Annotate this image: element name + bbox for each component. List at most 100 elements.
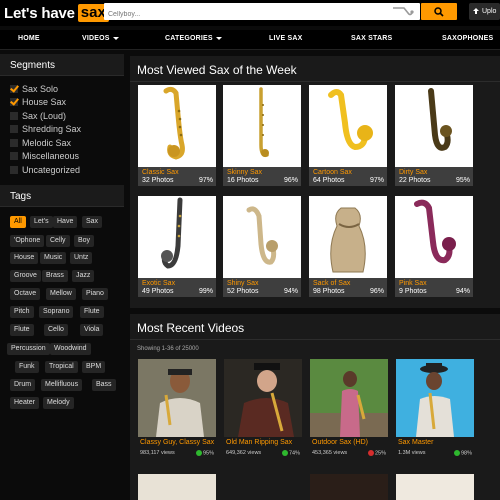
tag[interactable]: Soprano [39,305,74,318]
sax-card[interactable]: Classic Sax 32 Photos 97% [138,85,216,186]
nav-home[interactable]: HOME [18,35,40,42]
sax-card[interactable]: Pink Sax 9 Photos 94% [395,196,473,297]
most-viewed-title: Most Viewed Sax of the Week [130,56,500,82]
video-thumbnail[interactable] [138,359,216,437]
upload-button[interactable]: Uplo [469,3,500,20]
tag[interactable]: Boy [74,234,95,247]
video-views: 453,365 views [312,450,348,456]
video-title[interactable]: Outdoor Sax (HD) [312,439,368,446]
card-title[interactable]: Cartoon Sax [313,169,352,176]
card-rating: 99% [198,288,213,295]
tag[interactable]: Melody [43,396,74,409]
tag[interactable]: Flute [10,323,34,336]
segment-item[interactable]: Melodic Sax [10,136,124,150]
video-thumbnail[interactable] [138,474,216,500]
tag[interactable]: Sax [82,215,103,228]
tag[interactable]: Music [40,251,67,264]
card-title[interactable]: Shiny Sax [227,280,259,287]
card-rating: 94% [283,288,298,295]
tag[interactable]: Have [53,215,78,228]
sax-card[interactable]: Shiny Sax 52 Photos 94% [223,196,301,297]
card-title[interactable]: Dirty Sax [399,169,427,176]
search-input[interactable] [104,6,374,23]
tag[interactable]: Percussion [7,342,50,355]
tag[interactable]: 'Ophone [10,234,45,247]
tag[interactable]: Piano [82,287,108,300]
checkbox-icon[interactable] [10,125,18,134]
tag[interactable]: Let's [30,215,53,228]
upload-label: Uplo [482,8,497,15]
card-title[interactable]: Classic Sax [142,169,179,176]
card-title[interactable]: Pink Sax [399,280,427,287]
tag[interactable]: Funk [15,360,39,373]
nav-videos-label: VIDEOS [82,35,110,42]
video-title[interactable]: Sax Master [398,439,433,446]
tag[interactable]: Heater [10,396,40,409]
video-views: 1.3M views [398,450,426,456]
sax-card[interactable]: Exotic Sax 49 Photos 99% [138,196,216,297]
sax-card[interactable]: Sack of Sax 98 Photos 96% [309,196,387,297]
card-caption: Sack of Sax 98 Photos 96% [309,278,387,297]
video-title[interactable]: Classy Guy, Classy Sax [140,439,214,446]
tag[interactable]: Bass [92,378,116,391]
tag[interactable]: Tropical [45,360,78,373]
card-title[interactable]: Sack of Sax [313,280,350,287]
segment-item[interactable]: Uncategorized [10,163,124,177]
tag[interactable]: Drum [10,378,36,391]
card-title[interactable]: Exotic Sax [142,280,175,287]
tag[interactable]: Celly [46,234,70,247]
card-title[interactable]: Skinny Sax [227,169,262,176]
site-logo[interactable]: Let's have sax [4,3,109,23]
search-button[interactable] [421,3,457,20]
checkbox-checked-icon[interactable] [10,98,18,107]
nav-live-sax[interactable]: LIVE SAX [269,35,303,42]
video-thumbnail[interactable] [396,474,474,500]
saxophone-image [163,86,185,160]
card-count: 16 Photos [227,177,259,184]
segment-item[interactable]: House Sax [10,96,124,110]
segment-item[interactable]: Shredding Sax [10,123,124,137]
segment-item[interactable]: Miscellaneous [10,150,124,164]
video-thumbnail[interactable] [396,359,474,437]
segment-label: Sax Solo [22,83,59,94]
video-title[interactable]: Old Man Ripping Sax [226,439,292,446]
video-thumbnail[interactable] [310,474,388,500]
tag[interactable]: Brass [42,269,68,282]
checkbox-icon[interactable] [10,111,18,120]
checkbox-icon[interactable] [10,165,18,174]
nav-sax-stars[interactable]: SAX STARS [351,35,392,42]
tag[interactable]: Viola [80,323,104,336]
tag-all[interactable]: All [10,215,26,228]
tag[interactable]: Jazz [72,269,95,282]
checkbox-icon[interactable] [10,152,18,161]
nav-saxophones[interactable]: SAXOPHONES [442,35,493,42]
card-rating: 95% [455,177,470,184]
video-thumbnail[interactable] [224,474,302,500]
video-thumbnail[interactable] [224,359,302,437]
video-thumbnail[interactable] [310,359,388,437]
sax-card[interactable]: Dirty Sax 22 Photos 95% [395,85,473,186]
tag[interactable]: BPM [82,360,106,373]
search-box [104,3,420,23]
segment-item[interactable]: Sax (Loud) [10,109,124,123]
tag[interactable]: Pitch [10,305,34,318]
segment-item[interactable]: Sax Solo [10,82,124,96]
tag[interactable]: Woodwind [50,342,91,355]
most-viewed-panel: Most Viewed Sax of the Week Classic Sax … [130,56,500,308]
checkbox-checked-icon[interactable] [10,84,18,93]
tag[interactable]: Untz [70,251,93,264]
tag[interactable]: Mellow [46,287,76,300]
nav-categories[interactable]: CATEGORIES [165,35,222,42]
sax-card[interactable]: Skinny Sax 16 Photos 96% [223,85,301,186]
nav-videos[interactable]: VIDEOS [82,35,119,42]
sax-card[interactable]: Cartoon Sax 64 Photos 97% [309,85,387,186]
tag[interactable]: House [10,251,39,264]
tag[interactable]: Octave [10,287,41,300]
site-header: Let's have sax Uplo [0,0,500,26]
tag[interactable]: Mellifluous [41,378,83,391]
tag[interactable]: Groove [10,269,41,282]
tag[interactable]: Cello [44,323,68,336]
tag[interactable]: Flute [80,305,104,318]
checkbox-icon[interactable] [10,138,18,147]
card-count: 9 Photos [399,288,427,295]
